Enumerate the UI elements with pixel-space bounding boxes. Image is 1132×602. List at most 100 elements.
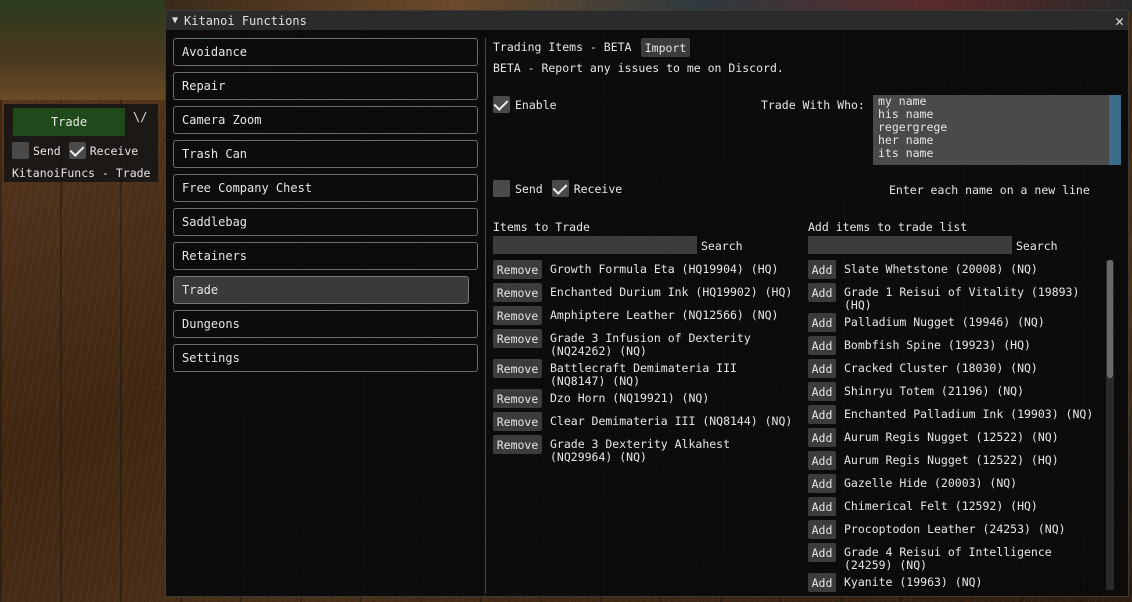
mini-receive-label: Receive bbox=[89, 143, 139, 158]
trade-item-label: Enchanted Durium Ink (HQ19902) (HQ) bbox=[550, 285, 793, 299]
add-item-row: Add Grade 4 Reisui of Intelligence (24259… bbox=[808, 543, 1093, 572]
trade-item-row: Remove Enchanted Durium Ink (HQ19902) (HQ… bbox=[493, 283, 792, 302]
add-button[interactable]: Add bbox=[808, 520, 836, 539]
nav-item-trash-can[interactable]: Trash Can bbox=[173, 140, 478, 168]
remove-button[interactable]: Remove bbox=[493, 260, 542, 279]
trade-item-label: Growth Formula Eta (HQ19904) (HQ) bbox=[550, 262, 779, 276]
add-button[interactable]: Add bbox=[808, 428, 836, 447]
mini-trade-window: Trade \/ Send Receive KitanoiFuncs - Tra… bbox=[4, 104, 158, 182]
send-checkbox[interactable] bbox=[493, 180, 510, 197]
add-item-label: Grade 4 Reisui of Intelligence (24259) (… bbox=[844, 545, 1052, 572]
mini-options: Send Receive bbox=[12, 142, 138, 159]
mini-send-label: Send bbox=[33, 143, 61, 158]
add-button[interactable]: Add bbox=[808, 497, 836, 516]
panel-divider[interactable] bbox=[485, 38, 486, 593]
add-button[interactable]: Add bbox=[808, 405, 836, 424]
remove-button[interactable]: Remove bbox=[493, 283, 542, 302]
add-button[interactable]: Add bbox=[808, 382, 836, 401]
collapse-triangle-icon[interactable]: ▼ bbox=[172, 15, 178, 26]
mini-send-checkbox[interactable] bbox=[12, 142, 29, 159]
add-item-row: Add Palladium Nugget (19946) (NQ) bbox=[808, 313, 1045, 332]
mini-trade-button[interactable]: Trade bbox=[13, 108, 125, 136]
add-button[interactable]: Add bbox=[808, 359, 836, 378]
add-item-row: Add Grade 1 Reisui of Vitality (19893) (H… bbox=[808, 283, 1103, 312]
nav-item-retainers[interactable]: Retainers bbox=[173, 242, 478, 270]
receive-checkbox[interactable] bbox=[551, 180, 569, 197]
remove-button[interactable]: Remove bbox=[493, 359, 542, 378]
add-item-label: Procoptodon Leather (24253) (NQ) bbox=[844, 522, 1066, 536]
trade-item-label: Grade 3 Infusion of Dexterity (NQ24262) … bbox=[550, 331, 751, 358]
add-item-label: Palladium Nugget (19946) (NQ) bbox=[844, 315, 1045, 329]
add-item-label: Bombfish Spine (19923) (HQ) bbox=[844, 338, 1031, 352]
remove-button[interactable]: Remove bbox=[493, 306, 542, 325]
items-search-label: Search bbox=[701, 239, 743, 253]
add-button[interactable]: Add bbox=[808, 474, 836, 493]
trade-with-label: Trade With Who: bbox=[761, 98, 865, 112]
title-bar[interactable]: ▼ Kitanoi Functions bbox=[166, 11, 1128, 30]
close-icon[interactable]: ✕ bbox=[1115, 12, 1124, 30]
enable-checkbox[interactable] bbox=[493, 96, 510, 113]
trade-panel: Trading Items - BETA Import BETA - Repor… bbox=[493, 38, 1123, 593]
trade-item-label: Clear Demimateria III (NQ8144) (NQ) bbox=[550, 414, 793, 428]
nav-item-repair[interactable]: Repair bbox=[173, 72, 478, 100]
add-item-row: Add Aurum Regis Nugget (12522) (NQ) bbox=[808, 428, 1059, 447]
add-button[interactable]: Add bbox=[808, 573, 836, 592]
background-scene bbox=[0, 0, 165, 100]
sidebar-nav: Avoidance Repair Camera Zoom Trash Can F… bbox=[173, 38, 478, 378]
add-item-row: Add Gazelle Hide (20003) (NQ) bbox=[808, 474, 1017, 493]
add-item-label: Enchanted Palladium Ink (19903) (NQ) bbox=[844, 407, 1094, 421]
add-item-row: Add Aurum Regis Nugget (12522) (HQ) bbox=[808, 451, 1059, 470]
trade-item-row: Remove Amphiptere Leather (NQ12566) (NQ) bbox=[493, 306, 778, 325]
add-button[interactable]: Add bbox=[808, 543, 836, 562]
add-search-input[interactable] bbox=[808, 236, 1012, 254]
add-item-label: Aurum Regis Nugget (12522) (NQ) bbox=[844, 430, 1059, 444]
trade-item-row: Remove Battlecraft Demimateria III (NQ814… bbox=[493, 359, 793, 388]
remove-button[interactable]: Remove bbox=[493, 389, 542, 408]
send-label: Send bbox=[515, 181, 543, 196]
add-list-scrollbar[interactable] bbox=[1106, 260, 1114, 590]
add-item-row: Add Slate Whetstone (20008) (NQ) bbox=[808, 260, 1038, 279]
nav-item-trade[interactable]: Trade bbox=[173, 276, 469, 304]
items-search-input[interactable] bbox=[493, 236, 697, 254]
nav-item-saddlebag[interactable]: Saddlebag bbox=[173, 208, 478, 236]
add-item-row: Add Procoptodon Leather (24253) (NQ) bbox=[808, 520, 1066, 539]
trade-item-row: Remove Clear Demimateria III (NQ8144) (NQ… bbox=[493, 412, 792, 431]
mini-receive-checkbox[interactable] bbox=[68, 142, 86, 159]
add-button[interactable]: Add bbox=[808, 283, 836, 302]
add-item-label: Chimerical Felt (12592) (HQ) bbox=[844, 499, 1038, 513]
remove-button[interactable]: Remove bbox=[493, 412, 542, 431]
main-window: ▼ Kitanoi Functions ✕ Avoidance Repair C… bbox=[165, 10, 1129, 597]
add-item-label: Kyanite (19963) (NQ) bbox=[844, 575, 983, 589]
nav-item-dungeons[interactable]: Dungeons bbox=[173, 310, 478, 338]
remove-button[interactable]: Remove bbox=[493, 435, 542, 454]
trade-header: Trading Items - BETA bbox=[493, 40, 632, 54]
nav-item-free-company-chest[interactable]: Free Company Chest bbox=[173, 174, 478, 202]
add-search-label: Search bbox=[1016, 239, 1058, 253]
trade-item-row: Remove Growth Formula Eta (HQ19904) (HQ) bbox=[493, 260, 778, 279]
trade-item-label: Grade 3 Dexterity Alkahest (NQ29964) (NQ… bbox=[550, 437, 731, 464]
add-button[interactable]: Add bbox=[808, 260, 836, 279]
nav-item-camera-zoom[interactable]: Camera Zoom bbox=[173, 106, 478, 134]
add-list-scroll-thumb[interactable] bbox=[1107, 260, 1113, 378]
add-button[interactable]: Add bbox=[808, 313, 836, 332]
add-button[interactable]: Add bbox=[808, 451, 836, 470]
add-item-row: Add Chimerical Felt (12592) (HQ) bbox=[808, 497, 1038, 516]
add-item-label: Shinryu Totem (21196) (NQ) bbox=[844, 384, 1025, 398]
enable-label: Enable bbox=[515, 97, 557, 112]
add-item-label: Slate Whetstone (20008) (NQ) bbox=[844, 262, 1038, 276]
import-button[interactable]: Import bbox=[641, 38, 690, 57]
window-title: Kitanoi Functions bbox=[184, 13, 307, 28]
remove-button[interactable]: Remove bbox=[493, 329, 542, 348]
send-receive-row: Send Receive bbox=[493, 180, 622, 197]
collapse-chevron-icon[interactable]: \/ bbox=[133, 110, 147, 124]
trade-item-row: Remove Grade 3 Infusion of Dexterity (NQ2… bbox=[493, 329, 793, 358]
names-scrollbar[interactable] bbox=[1109, 95, 1121, 165]
add-button[interactable]: Add bbox=[808, 336, 836, 355]
nav-item-avoidance[interactable]: Avoidance bbox=[173, 38, 478, 66]
add-item-row: Add Bombfish Spine (19923) (HQ) bbox=[808, 336, 1031, 355]
add-item-row: Add Kyanite (19963) (NQ) bbox=[808, 573, 982, 592]
trade-item-label: Battlecraft Demimateria III (NQ8147) (NQ… bbox=[550, 361, 737, 388]
add-item-row: Add Cracked Cluster (18030) (NQ) bbox=[808, 359, 1038, 378]
names-textarea[interactable]: my name his name regergrege her name its… bbox=[873, 95, 1121, 165]
nav-item-settings[interactable]: Settings bbox=[173, 344, 478, 372]
